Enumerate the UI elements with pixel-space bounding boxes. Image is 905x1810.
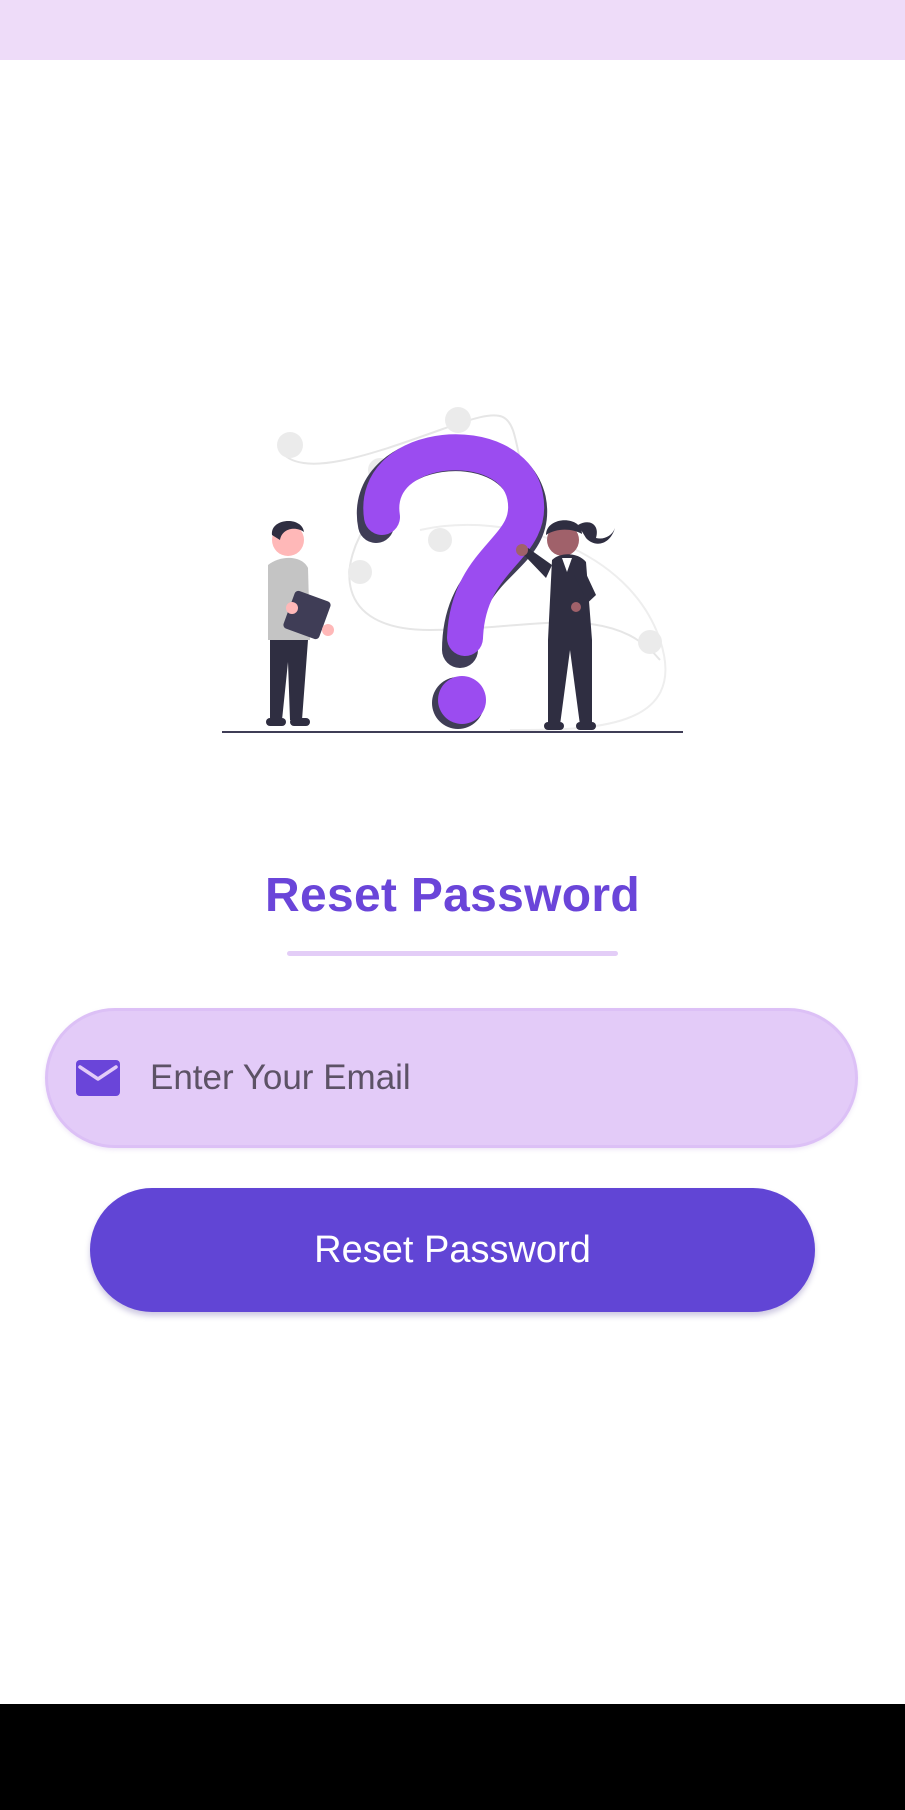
reset-password-button[interactable]: Reset Password bbox=[90, 1188, 815, 1312]
mail-icon bbox=[76, 1060, 120, 1096]
navigation-bar bbox=[0, 1704, 905, 1810]
email-input[interactable] bbox=[150, 1048, 830, 1108]
title-underline bbox=[287, 951, 618, 956]
question-illustration bbox=[222, 407, 683, 733]
status-bar bbox=[0, 0, 905, 60]
page-title: Reset Password bbox=[264, 869, 641, 922]
